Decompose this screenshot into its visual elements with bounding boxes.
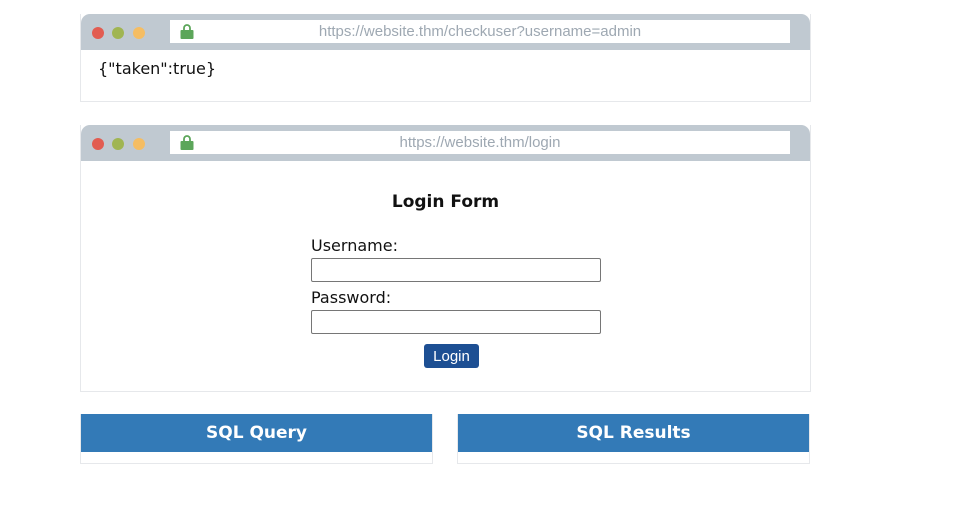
maximize-window-dot[interactable] [133, 138, 145, 150]
username-label: Username: [311, 236, 398, 255]
sql-results-header: SQL Results [458, 414, 809, 452]
address-bar[interactable]: https://website.thm/checkuser?username=a… [170, 20, 790, 43]
lock-icon [180, 135, 194, 150]
minimize-window-dot[interactable] [112, 138, 124, 150]
browser-title-bar: https://website.thm/checkuser?username=a… [81, 14, 810, 50]
close-window-dot[interactable] [92, 138, 104, 150]
sql-query-panel: SQL Query [80, 414, 433, 464]
json-response: {"taken":true} [98, 59, 217, 78]
address-bar-url: https://website.thm/checkuser?username=a… [318, 23, 642, 40]
address-bar-url: https://website.thm/login [399, 134, 561, 151]
login-browser-window: https://website.thm/login Login Form Use… [80, 125, 811, 392]
minimize-window-dot[interactable] [112, 27, 124, 39]
sql-results-panel: SQL Results [457, 414, 810, 464]
username-input[interactable] [311, 258, 601, 282]
checkuser-browser-window: https://website.thm/checkuser?username=a… [80, 14, 811, 102]
lock-icon [180, 24, 194, 39]
maximize-window-dot[interactable] [133, 27, 145, 39]
login-button[interactable]: Login [424, 344, 479, 368]
close-window-dot[interactable] [92, 27, 104, 39]
browser-title-bar: https://website.thm/login [81, 125, 810, 161]
sql-query-header: SQL Query [81, 414, 432, 452]
login-form-title: Login Form [391, 192, 500, 212]
address-bar[interactable]: https://website.thm/login [170, 131, 790, 154]
password-input[interactable] [311, 310, 601, 334]
password-label: Password: [311, 288, 392, 307]
